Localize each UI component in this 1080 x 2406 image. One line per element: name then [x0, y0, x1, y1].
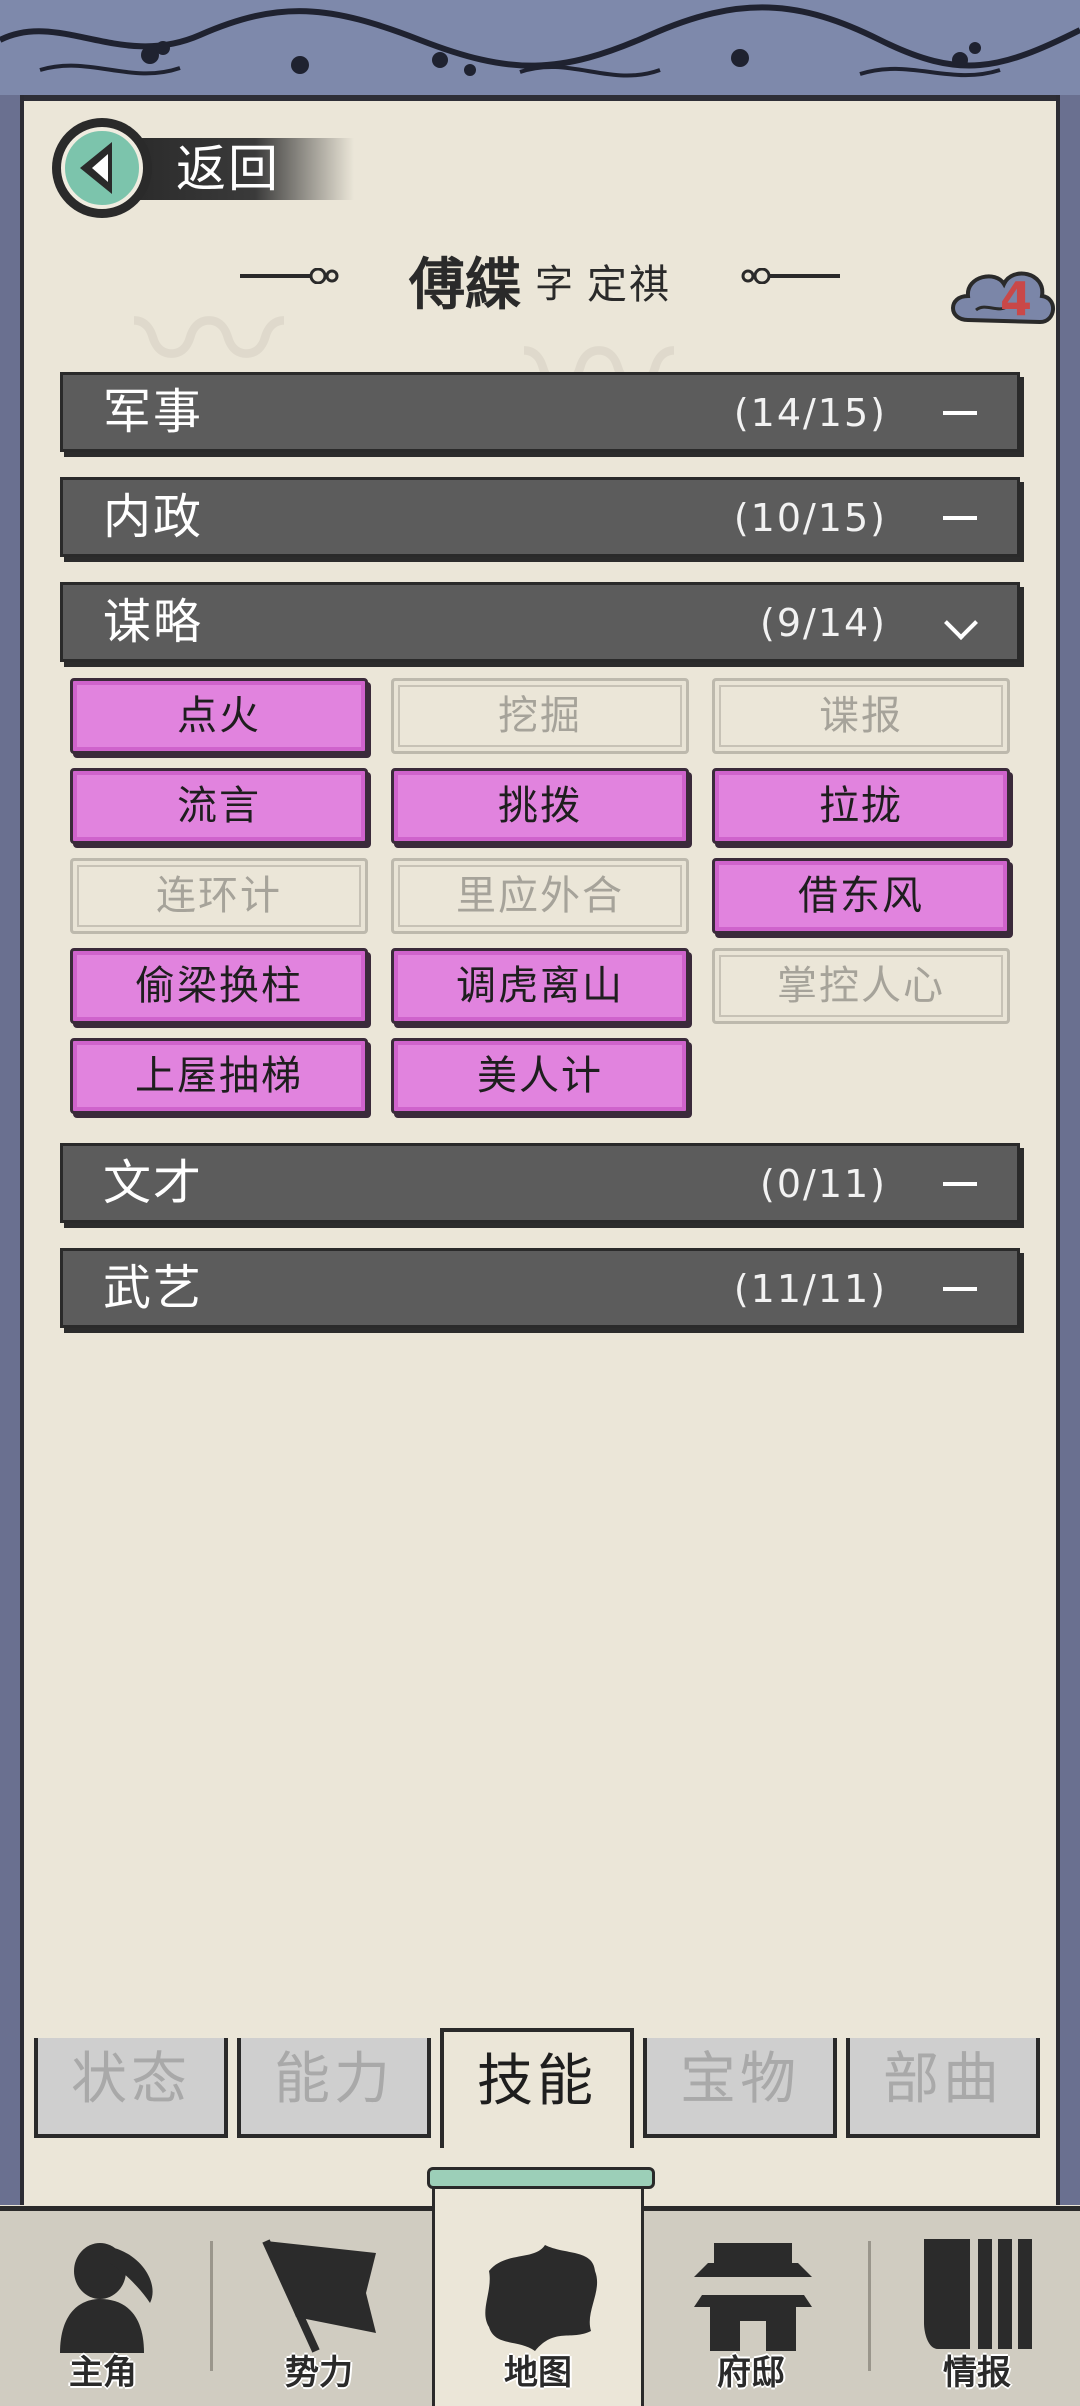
nav-map[interactable]: 地图: [427, 2167, 655, 2406]
collapse-icon: [943, 516, 977, 520]
tab-treasure[interactable]: 宝物: [643, 2038, 837, 2138]
collapse-icon: [943, 411, 977, 415]
right-frame: [1056, 95, 1080, 2205]
nav-label: 地图: [504, 2353, 572, 2393]
skill-button[interactable]: 拉拢: [712, 768, 1010, 844]
tab-troops[interactable]: 部曲: [846, 2038, 1040, 2138]
active-tab-cap: [427, 2167, 655, 2189]
category-literary[interactable]: 文才 (0/11): [60, 1143, 1020, 1223]
ornament-right-icon: [741, 268, 840, 284]
nav-faction[interactable]: 势力: [216, 2211, 422, 2406]
vine-pattern-icon: [0, 4, 1080, 78]
category-count: (11/11): [733, 1267, 887, 1311]
map-icon: [485, 2245, 598, 2351]
skill-button[interactable]: 上屋抽梯: [70, 1038, 368, 1114]
nav-label: 府邸: [717, 2353, 785, 2393]
tab-status[interactable]: 状态: [34, 2038, 228, 2138]
nav-mansion[interactable]: 府邸: [648, 2211, 854, 2406]
back-label: 返回: [176, 140, 280, 198]
category-martial[interactable]: 武艺 (11/11): [60, 1248, 1020, 1328]
skill-button[interactable]: 谍报: [712, 678, 1010, 754]
banner-flag-icon: [262, 2239, 376, 2353]
skill-button[interactable]: 流言: [70, 768, 368, 844]
skill-button[interactable]: 里应外合: [391, 858, 689, 934]
courtesy-label: 字: [534, 262, 573, 306]
category-title: 谋略: [103, 594, 204, 650]
skill-button[interactable]: 连环计: [70, 858, 368, 934]
category-title: 文才: [103, 1155, 204, 1211]
courtesy-name: 定祺: [587, 261, 671, 308]
skill-button[interactable]: 偷梁换柱: [70, 948, 368, 1024]
detail-tabs: 状态 能力 技能 宝物 部曲: [24, 2028, 1056, 2148]
nav-label: 势力: [285, 2353, 353, 2393]
chevron-down-icon: [944, 606, 978, 640]
collapse-icon: [943, 1182, 977, 1186]
mansion-icon: [694, 2243, 812, 2351]
warrior-icon: [60, 2243, 153, 2353]
skill-button[interactable]: 调虎离山: [391, 948, 689, 1024]
nav-intel[interactable]: 情报: [874, 2211, 1080, 2406]
nav-label: 主角: [69, 2353, 137, 2393]
scroll-icon: [924, 2239, 1032, 2349]
category-title: 武艺: [103, 1260, 204, 1316]
category-title: 内政: [103, 489, 204, 545]
top-decorative-border: [0, 0, 1080, 101]
category-count: (10/15): [733, 496, 887, 540]
nav-protagonist[interactable]: 主角: [0, 2211, 206, 2406]
category-title: 军事: [103, 384, 204, 440]
skill-button[interactable]: 挑拨: [391, 768, 689, 844]
category-domestic[interactable]: 内政 (10/15): [60, 477, 1020, 557]
bottom-nav: 主角 势力 地图 府邸 情报: [0, 2167, 1080, 2406]
skill-points-badge[interactable]: 4: [946, 258, 1056, 338]
collapse-icon: [943, 1287, 977, 1291]
badge-count: 4: [1000, 272, 1033, 326]
category-military[interactable]: 军事 (14/15): [60, 372, 1020, 452]
character-name: 傅緤: [408, 253, 521, 318]
skill-button[interactable]: 借东风: [712, 858, 1010, 934]
skill-button[interactable]: 美人计: [391, 1038, 689, 1114]
category-count: (9/14): [760, 601, 887, 645]
tab-skills[interactable]: 技能: [440, 2028, 634, 2148]
category-count: (0/11): [760, 1162, 887, 1206]
skill-button[interactable]: 点火: [70, 678, 368, 754]
skill-button[interactable]: 掌控人心: [712, 948, 1010, 1024]
category-strategy[interactable]: 谋略 (9/14): [60, 582, 1020, 662]
back-button[interactable]: 返回: [52, 118, 354, 218]
nav-label: 情报: [943, 2353, 1011, 2393]
category-count: (14/15): [733, 391, 887, 435]
tab-ability[interactable]: 能力: [237, 2038, 431, 2138]
skill-button[interactable]: 挖掘: [391, 678, 689, 754]
left-frame: [0, 95, 24, 2205]
